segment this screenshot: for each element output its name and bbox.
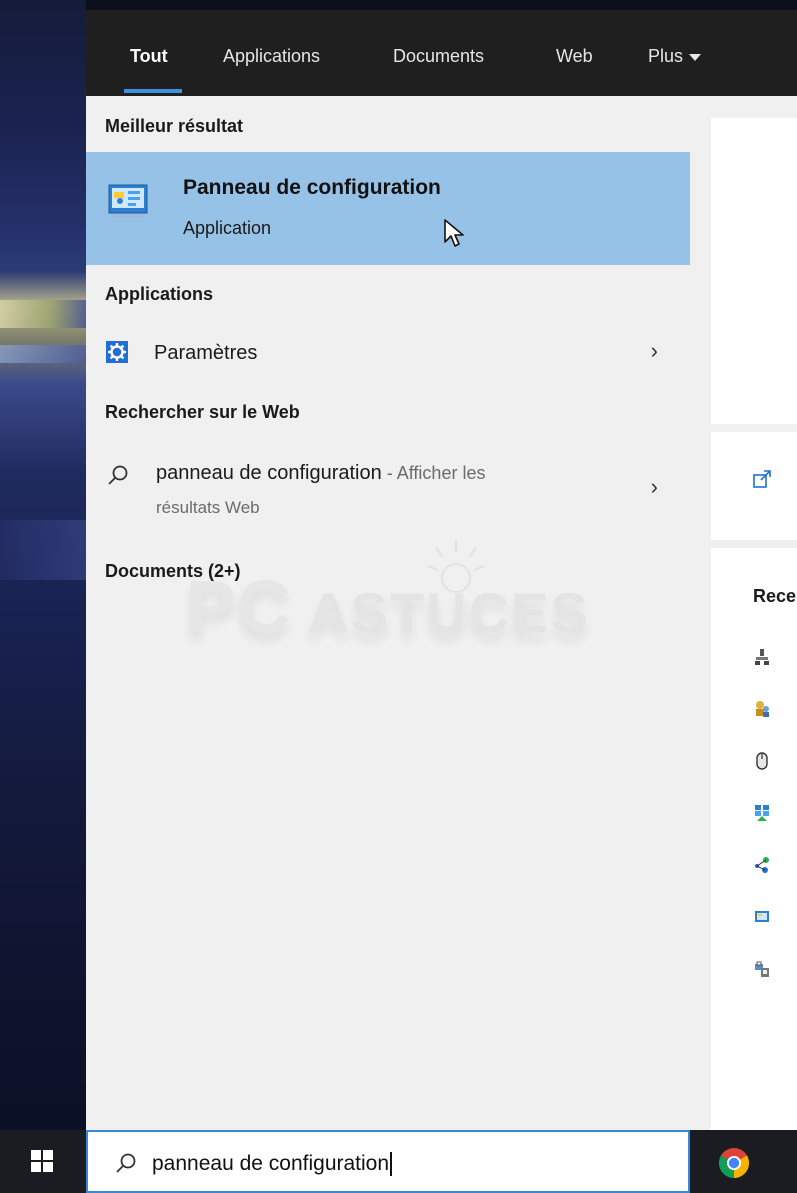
section-web-search: Rechercher sur le Web: [105, 402, 300, 422]
programs-icon[interactable]: [754, 804, 770, 822]
control-panel-icon: [108, 184, 148, 217]
recent-section-title: Rece: [753, 586, 797, 606]
mouse-icon[interactable]: [754, 752, 770, 770]
app-item-label: Paramètres: [154, 342, 258, 364]
tab-web[interactable]: Web: [556, 46, 593, 67]
search-input[interactable]: panneau de configuration: [152, 1152, 393, 1177]
best-result-type: Application: [183, 218, 272, 238]
sharing-icon[interactable]: [754, 856, 770, 874]
web-search-query: panneau de configuration: [156, 462, 382, 484]
web-search-suffix: - Afficher les: [381, 463, 486, 483]
users-icon[interactable]: [754, 700, 770, 718]
results-panel: Meilleur résultat Panneau de configurati…: [86, 96, 690, 1130]
control-panel-small-icon[interactable]: [754, 908, 770, 926]
web-search-text: panneau de configuration - Afficher les: [156, 462, 485, 485]
printer-icon[interactable]: [754, 960, 770, 978]
tab-documents[interactable]: Documents: [393, 46, 484, 67]
search-icon: [108, 465, 128, 485]
chevron-right-icon: ›: [650, 474, 658, 499]
preview-panel: Rece: [690, 96, 797, 1130]
pc-astuces-watermark: PC ASTUCES: [186, 564, 590, 649]
chevron-right-icon: ›: [650, 338, 658, 363]
text-caret: [390, 1152, 393, 1177]
mouse-cursor-icon: [444, 219, 464, 247]
tab-plus[interactable]: Plus: [648, 46, 702, 67]
web-search-line2: résultats Web: [156, 498, 260, 517]
active-tab-indicator: [124, 89, 182, 93]
watermark-pc: PC: [186, 565, 293, 648]
taskbar-search-box[interactable]: panneau de configuration: [86, 1130, 690, 1193]
section-best-result: Meilleur résultat: [105, 116, 244, 136]
web-search-item[interactable]: panneau de configuration - Afficher les …: [86, 462, 690, 532]
gear-icon: [106, 341, 128, 363]
watermark-astuces: ASTUCES: [308, 581, 590, 644]
preview-header-card: [711, 118, 797, 424]
best-result-title: Panneau de configuration: [183, 176, 441, 199]
search-input-value: panneau de configuration: [152, 1152, 390, 1175]
desktop-wallpaper: [0, 0, 86, 1130]
best-result-item[interactable]: Panneau de configuration Application: [86, 152, 690, 265]
chrome-icon[interactable]: [718, 1147, 750, 1179]
tab-applications[interactable]: Applications: [223, 46, 320, 67]
section-applications: Applications: [105, 284, 214, 304]
caret-down-icon: [689, 53, 702, 61]
tab-plus-label: Plus: [648, 46, 684, 66]
search-icon: [116, 1153, 136, 1173]
app-item-parametres[interactable]: Paramètres ›: [86, 336, 690, 376]
preview-recent-card: [711, 548, 797, 1130]
windows-logo-icon[interactable]: [31, 1150, 53, 1172]
open-external-icon[interactable]: [753, 470, 771, 488]
network-icon[interactable]: [754, 648, 770, 666]
tab-tout[interactable]: Tout: [130, 46, 168, 67]
search-tabs-bar: Tout Applications Documents Web Plus: [86, 10, 797, 96]
